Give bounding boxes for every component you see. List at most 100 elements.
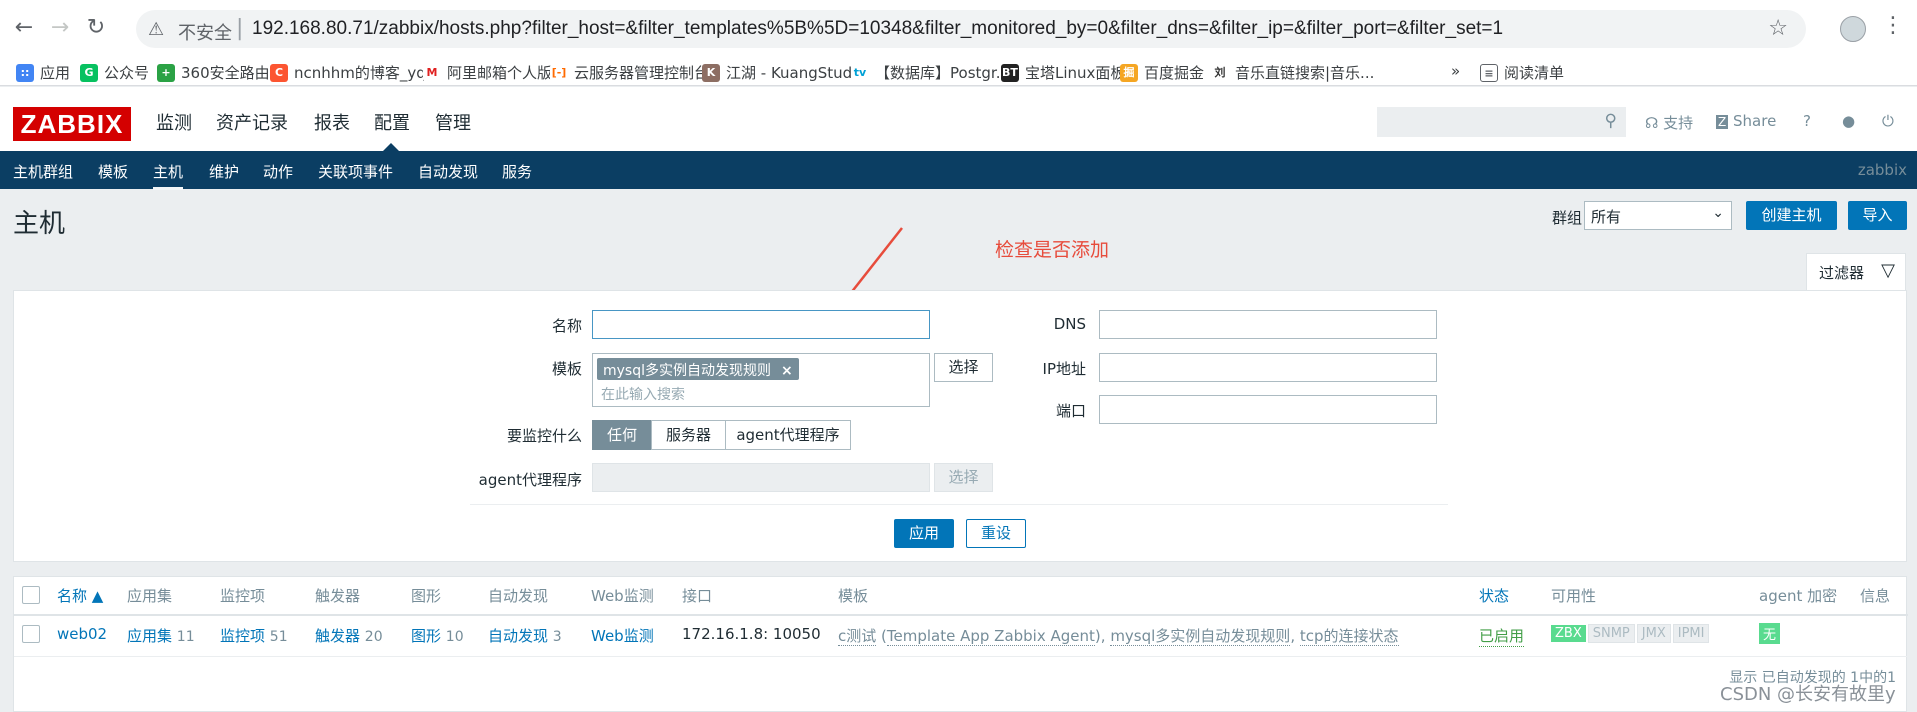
bookmark-kuangstudy[interactable]: K 江湖 - KuangStudy <box>702 62 861 83</box>
select-all-checkbox[interactable] <box>22 586 40 604</box>
template-link-3[interactable]: tcp的连接状态 <box>1299 627 1399 646</box>
col-applications-header: 应用集 <box>127 587 173 605</box>
subnav-event-correlation[interactable]: 关联项事件 <box>318 161 393 182</box>
import-button[interactable]: 导入 <box>1848 201 1907 230</box>
host-name-link[interactable]: web02 <box>57 625 107 643</box>
bookmark-360[interactable]: +360安全路由 <box>157 62 270 83</box>
filter-divider <box>470 504 1448 505</box>
zabbix-logo[interactable]: ZABBIX <box>13 107 131 141</box>
back-icon[interactable]: ← <box>10 14 38 42</box>
group-select[interactable]: 所有 ⌄ <box>1584 201 1732 230</box>
templates-multiselect[interactable]: mysql多实例自动发现规则 × 在此输入搜索 <box>592 353 930 407</box>
template-link-1-parent[interactable]: Template App Zabbix Agent <box>886 627 1095 646</box>
subnav-templates[interactable]: 模板 <box>98 161 128 182</box>
page-title: 主机 <box>13 209 66 239</box>
templates-select-button[interactable]: 选择 <box>934 353 993 382</box>
profile-avatar[interactable] <box>1840 16 1866 42</box>
ip-input[interactable] <box>1099 353 1437 382</box>
remove-tag-icon[interactable]: × <box>781 363 793 379</box>
port-input[interactable] <box>1099 395 1437 424</box>
bookmark-music[interactable]: 刘音乐直链搜索|音乐... <box>1211 62 1374 83</box>
menu-configuration[interactable]: 配置 <box>374 109 410 135</box>
hosts-table: 名称 ▲ 应用集 监控项 触发器 图形 自动发现 Web监测 接口 模板 状态 … <box>13 576 1908 712</box>
juejin-icon: 掘 <box>1120 63 1138 82</box>
applications-cell[interactable]: 应用集 11 <box>127 625 195 646</box>
menu-icon[interactable]: ⋮ <box>1882 13 1904 38</box>
monitored-any-option[interactable]: 任何 <box>592 420 652 450</box>
url-text[interactable]: 192.168.80.71/zabbix/hosts.php?filter_ho… <box>252 18 1503 40</box>
template-tag[interactable]: mysql多实例自动发现规则 × <box>597 358 799 380</box>
bookmark-apps[interactable]: :: 应用 <box>16 62 70 83</box>
jmx-badge: JMX <box>1636 624 1671 643</box>
bookmark-juejin[interactable]: 掘百度掘金 <box>1120 62 1204 83</box>
bilibili-icon: tv <box>851 63 869 82</box>
dns-label: DNS <box>1053 315 1086 333</box>
star-icon[interactable]: ☆ <box>1768 16 1788 41</box>
server-name: zabbix <box>1857 161 1907 179</box>
chevron-down-icon: ⌄ <box>1712 205 1724 221</box>
bookmark-baota[interactable]: BT 宝塔Linux面板 <box>1001 62 1125 83</box>
menu-administration[interactable]: 管理 <box>435 109 471 135</box>
templates-search-placeholder[interactable]: 在此输入搜索 <box>601 384 685 404</box>
filter-tab[interactable]: 过滤器 ▽ <box>1806 253 1906 291</box>
share-link[interactable]: Z Share <box>1716 112 1776 130</box>
subnav-discovery[interactable]: 自动发现 <box>418 161 478 182</box>
filter-funnel-icon: ▽ <box>1881 260 1895 281</box>
reload-icon[interactable]: ↻ <box>82 14 110 42</box>
subnav-maintenance[interactable]: 维护 <box>209 161 239 182</box>
sign-out-icon[interactable]: ⏻ <box>1882 112 1894 130</box>
active-menu-caret <box>383 143 399 151</box>
reading-list[interactable]: ≡ 阅读清单 <box>1480 62 1564 83</box>
monitored-server-option[interactable]: 服务器 <box>651 420 726 450</box>
triggers-cell[interactable]: 触发器 20 <box>315 625 383 646</box>
csdn-icon: C <box>270 63 288 82</box>
status-cell[interactable]: 已启用 <box>1479 625 1525 647</box>
discovery-cell[interactable]: 自动发现 3 <box>488 625 562 646</box>
search-icon[interactable]: ⚲ <box>1605 111 1617 131</box>
dns-input[interactable] <box>1099 310 1437 339</box>
address-bar[interactable]: ⚠ 不安全 | 192.168.80.71/zabbix/hosts.php?f… <box>136 10 1806 48</box>
subnav-hosts[interactable]: 主机 <box>153 161 184 190</box>
subnav-host-groups[interactable]: 主机群组 <box>13 161 73 182</box>
web-cell[interactable]: Web监测 <box>591 625 654 646</box>
bookmarks-more[interactable]: » <box>1451 62 1460 80</box>
bookmark-postgres[interactable]: tv 【数据库】Postgr... <box>851 62 1010 83</box>
items-cell[interactable]: 监控项 51 <box>220 625 288 646</box>
graphs-cell[interactable]: 图形 10 <box>411 625 464 646</box>
snmp-badge: SNMP <box>1587 624 1635 643</box>
col-triggers-header: 触发器 <box>315 587 361 605</box>
help-icon[interactable]: ? <box>1803 112 1811 130</box>
support-link[interactable]: ☊ 支持 <box>1645 112 1693 133</box>
row-checkbox[interactable] <box>22 625 40 643</box>
bookmark-gzh[interactable]: G 公众号 <box>80 62 149 83</box>
aliyun-icon: [-] <box>550 63 568 82</box>
col-status-header[interactable]: 状态 <box>1479 585 1509 606</box>
menu-monitoring[interactable]: 监测 <box>156 109 192 135</box>
template-link-1[interactable]: c测试 <box>838 627 877 646</box>
menu-inventory[interactable]: 资产记录 <box>216 109 288 135</box>
bookmark-aliyun-console[interactable]: [-] 云服务器管理控制台 <box>550 62 709 83</box>
name-input[interactable] <box>592 310 930 339</box>
forward-icon[interactable]: → <box>46 14 74 42</box>
col-info-header: 信息 <box>1860 587 1891 605</box>
mail-icon: M <box>423 63 441 82</box>
global-search-input[interactable]: ⚲ <box>1377 107 1626 137</box>
bookmark-aliyun-mail[interactable]: M 阿里邮箱个人版 <box>423 62 552 83</box>
apply-button[interactable]: 应用 <box>894 519 954 548</box>
monitored-proxy-option[interactable]: agent代理程序 <box>725 420 851 450</box>
col-interface-header: 接口 <box>682 587 713 605</box>
user-profile-icon[interactable]: ● <box>1842 112 1855 130</box>
reset-button[interactable]: 重设 <box>966 519 1026 548</box>
bookmark-csdn[interactable]: Cncnhhm的博客_yq... <box>270 62 440 83</box>
template-link-2[interactable]: mysql多实例自动发现规则 <box>1110 627 1291 646</box>
create-host-button[interactable]: 创建主机 <box>1746 201 1837 230</box>
subnav-actions[interactable]: 动作 <box>263 161 293 182</box>
col-name-header[interactable]: 名称 ▲ <box>57 585 103 606</box>
omnibox-separator: | <box>236 16 244 41</box>
menu-reports[interactable]: 报表 <box>314 109 350 135</box>
music-icon: 刘 <box>1211 63 1229 82</box>
ipmi-badge: IPMI <box>1672 624 1710 643</box>
col-discovery-header: 自动发现 <box>488 587 549 605</box>
subnav-services[interactable]: 服务 <box>502 161 532 182</box>
annotation-text: 检查是否添加 <box>995 239 1110 261</box>
